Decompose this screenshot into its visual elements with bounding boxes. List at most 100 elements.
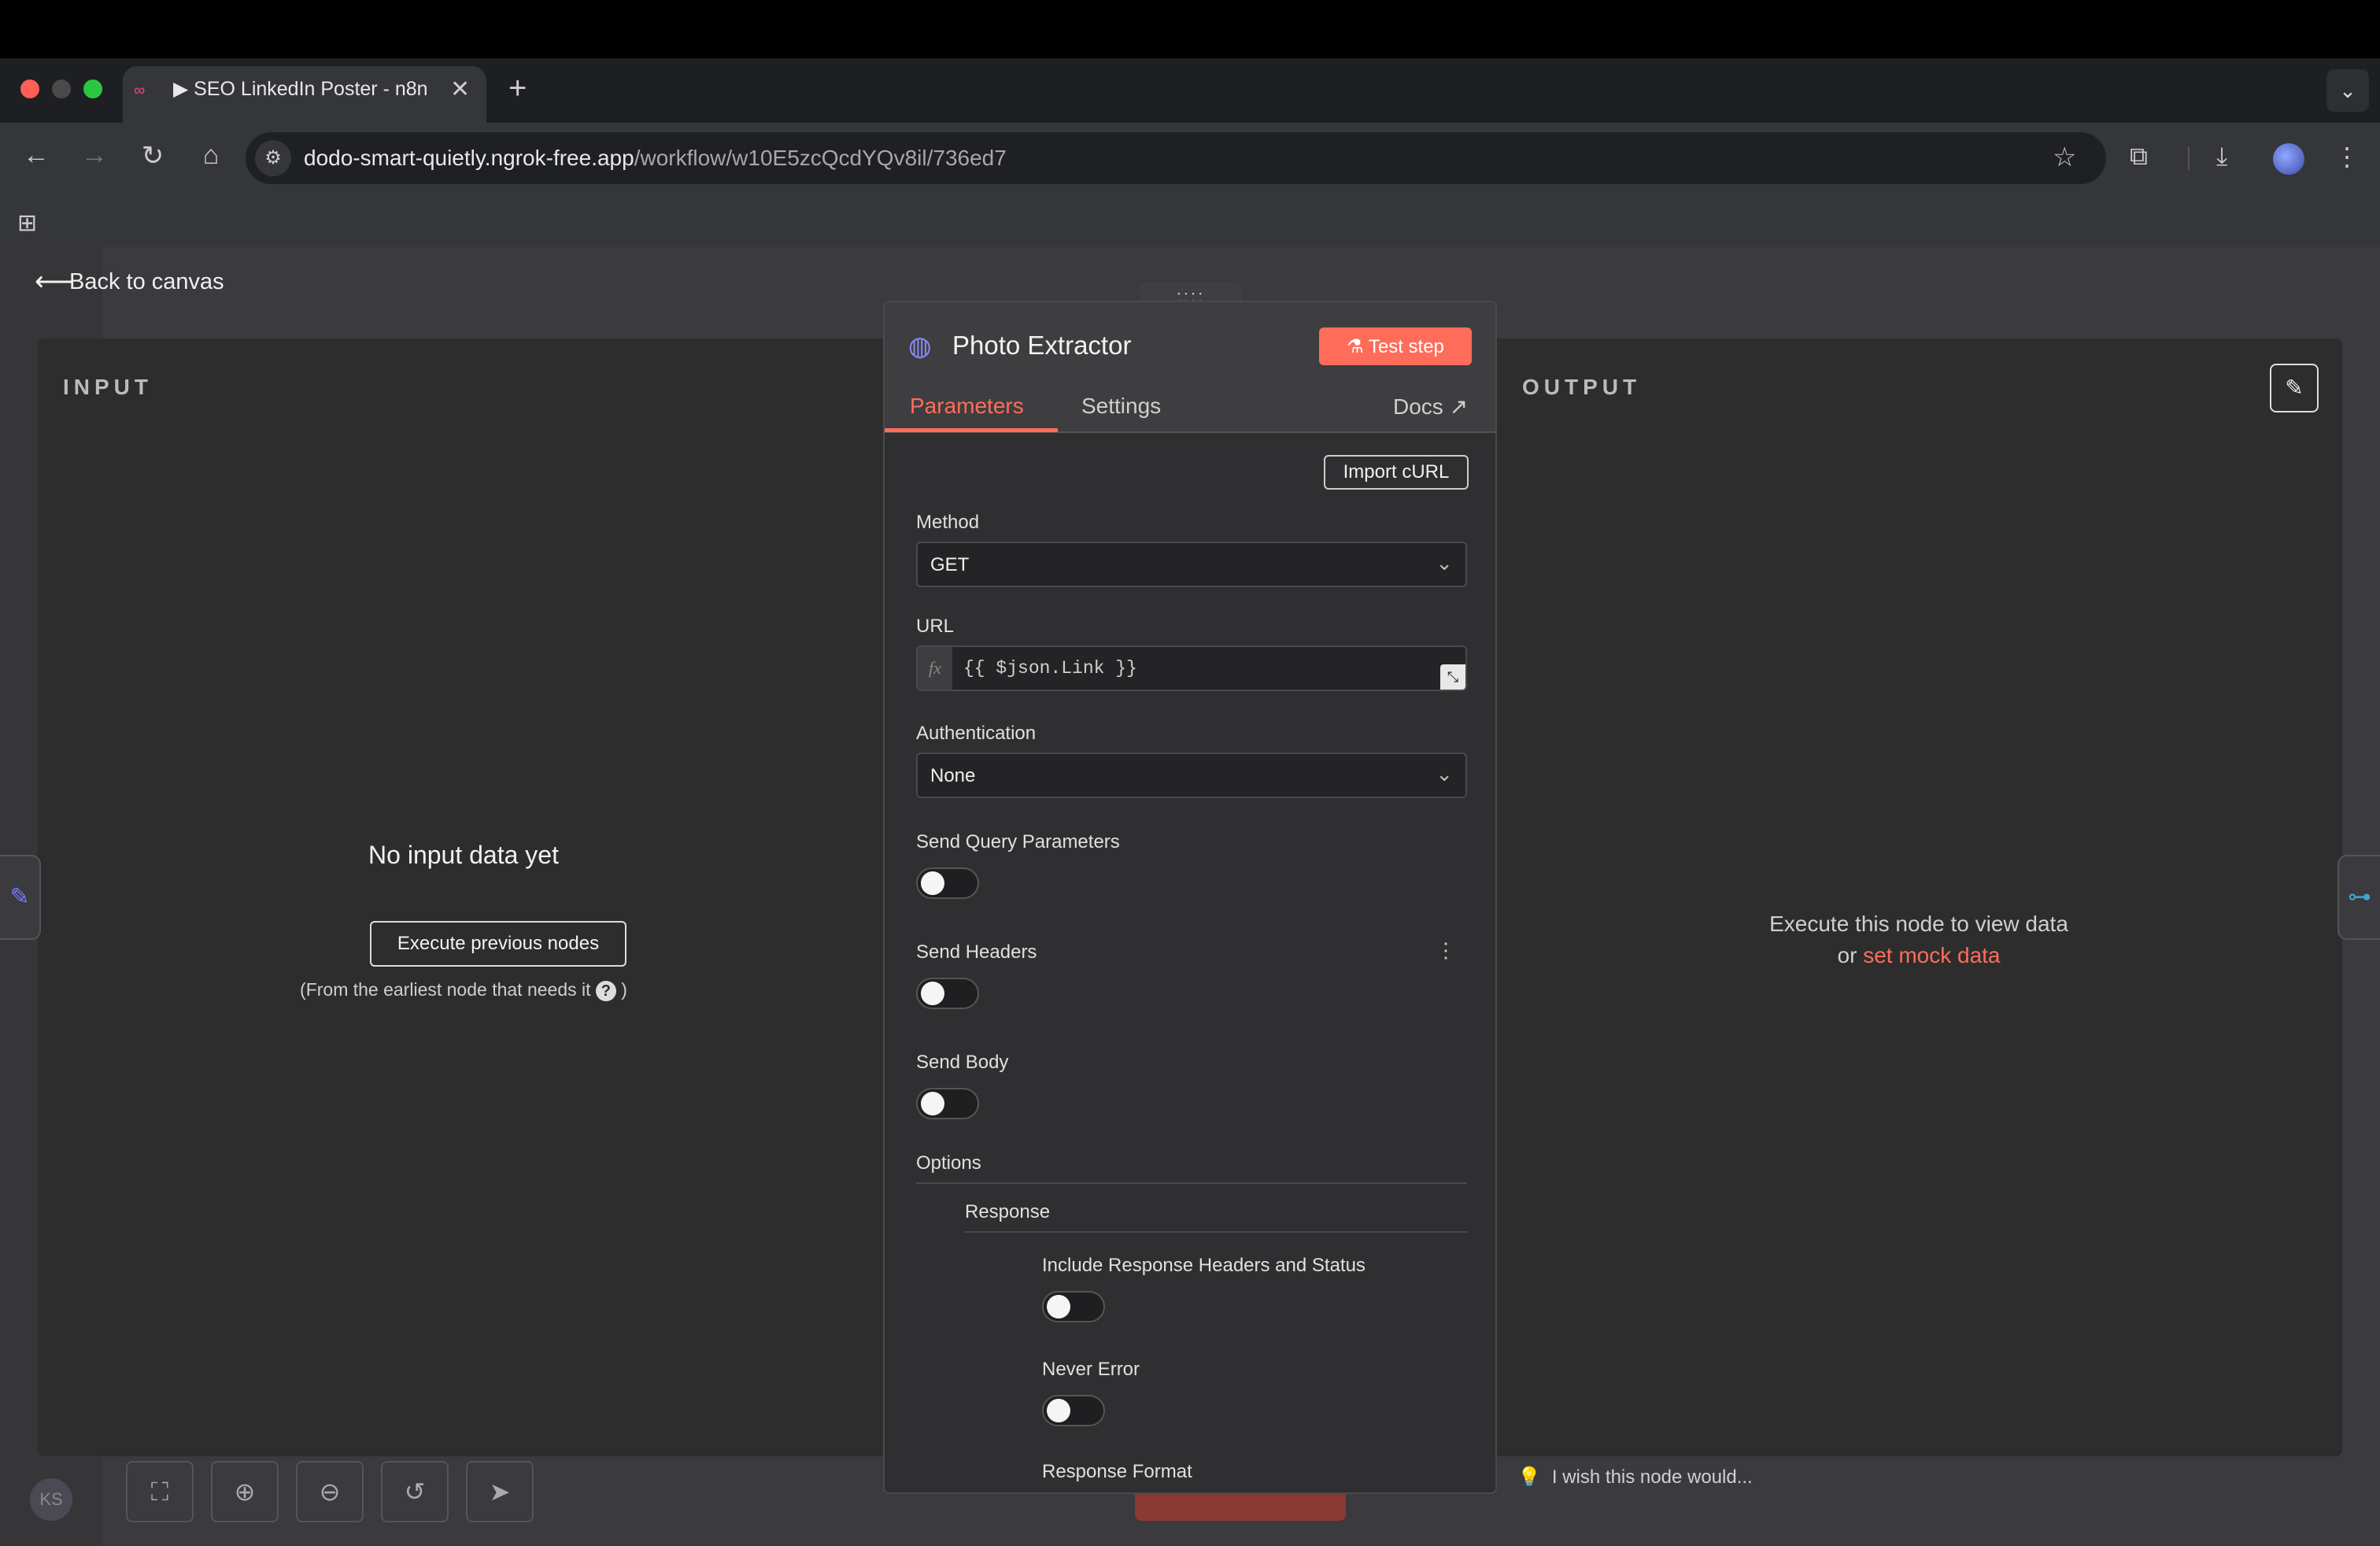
never-error-label: Never Error: [1042, 1359, 1140, 1380]
toggle-knob: [921, 1092, 944, 1115]
send-query-toggle[interactable]: [916, 867, 979, 899]
external-link-icon: ↗: [1449, 394, 1469, 419]
send-body-label: Send Body: [916, 1052, 1009, 1073]
window-maximize-button[interactable]: [83, 80, 102, 98]
window-close-button[interactable]: [20, 80, 39, 98]
tab-docs[interactable]: Docs ↗: [1393, 394, 1468, 420]
input-panel: INPUT No input data yet Execute previous…: [38, 338, 889, 1456]
extensions-icon[interactable]: ⧉: [2130, 142, 2148, 172]
forward-arrow-icon[interactable]: →: [77, 140, 112, 171]
import-curl-button[interactable]: Import cURL: [1324, 455, 1469, 490]
tab-title: ▶ SEO LinkedIn Poster - n8n: [173, 78, 428, 100]
back-arrow-icon[interactable]: ←: [19, 140, 54, 171]
method-label: Method: [916, 512, 980, 533]
edit-output-pencil-icon[interactable]: ✎: [2270, 364, 2319, 412]
more-options-icon[interactable]: ⋮: [1436, 938, 1456, 963]
tab-settings[interactable]: Settings: [1081, 394, 1161, 419]
authentication-select[interactable]: None ⌄: [916, 753, 1467, 798]
execute-workflow-button[interactable]: [1135, 1494, 1346, 1521]
docs-label: Docs: [1393, 394, 1443, 419]
reload-icon[interactable]: ↻: [135, 140, 170, 172]
output-panel: OUTPUT Execute this node to view data or…: [1495, 338, 2342, 1456]
send-headers-toggle[interactable]: [916, 978, 979, 1009]
back-arrow-icon[interactable]: ⟵: [35, 266, 73, 298]
active-tab-underline: [885, 428, 1058, 432]
chevron-down-icon: ⌄: [1436, 762, 1453, 786]
never-error-toggle[interactable]: [1042, 1395, 1105, 1426]
lightbulb-icon: 💡: [1517, 1466, 1541, 1488]
user-avatar[interactable]: KS: [30, 1478, 72, 1521]
toggle-knob: [921, 871, 944, 895]
url-expression-value: {{ $json.Link }}: [963, 658, 1137, 679]
hint-text: (From the earliest node that needs it: [300, 979, 591, 1000]
authentication-label: Authentication: [916, 723, 1037, 744]
method-select[interactable]: GET ⌄: [916, 542, 1467, 587]
options-label: Options: [916, 1152, 981, 1174]
response-divider: [965, 1231, 1467, 1233]
download-icon[interactable]: ⤓: [2216, 142, 2227, 172]
chevron-down-icon: ⌄: [1436, 551, 1453, 575]
test-step-button[interactable]: ⚗ Test step: [1319, 327, 1472, 365]
apps-grid-icon[interactable]: ⊞: [17, 209, 37, 237]
site-info-icon[interactable]: ⚙: [255, 140, 291, 176]
authentication-value: None: [930, 765, 976, 786]
zoom-out-icon[interactable]: ⊖: [296, 1461, 364, 1522]
include-headers-toggle[interactable]: [1042, 1291, 1105, 1322]
send-body-toggle[interactable]: [916, 1088, 979, 1119]
input-panel-label: INPUT: [63, 375, 153, 399]
toggle-knob: [1047, 1295, 1070, 1319]
toggle-knob: [921, 982, 944, 1005]
test-step-label: Test step: [1368, 335, 1444, 357]
help-question-icon[interactable]: ?: [595, 981, 616, 1001]
node-connector-icon[interactable]: ⊶: [2338, 855, 2380, 940]
back-to-canvas-link[interactable]: Back to canvas: [69, 269, 224, 295]
output-mock-line: or set mock data: [1495, 940, 2342, 971]
new-tab-button[interactable]: +: [508, 71, 527, 106]
url-host: dodo-smart-quietly.ngrok-free.app: [304, 146, 634, 170]
tidy-up-icon[interactable]: ➤: [466, 1461, 534, 1522]
pencil-icon[interactable]: ✎: [0, 855, 41, 940]
n8n-favicon-icon: ∞: [134, 82, 146, 99]
tab-close-icon[interactable]: ✕: [450, 76, 470, 103]
earliest-node-hint: (From the earliest node that needs it ? …: [38, 979, 889, 1001]
node-parameters-panel: ◍ Photo Extractor ⚗ Test step Parameters…: [883, 301, 1497, 1494]
zoom-in-icon[interactable]: ⊕: [211, 1461, 279, 1522]
execute-previous-nodes-button[interactable]: Execute previous nodes: [370, 921, 626, 967]
output-empty-message: Execute this node to view data or set mo…: [1495, 908, 2342, 971]
send-headers-label: Send Headers: [916, 941, 1037, 963]
output-message-line: Execute this node to view data: [1769, 912, 2068, 936]
options-divider: [916, 1182, 1467, 1184]
or-text: or: [1837, 943, 1857, 967]
screen-top-bar: [0, 0, 2380, 58]
expand-editor-icon[interactable]: ⤡: [1440, 664, 1465, 690]
bookmark-star-icon[interactable]: ☆: [2053, 142, 2076, 173]
hint-close-paren: ): [621, 979, 627, 1000]
feedback-wish[interactable]: 💡 I wish this node would...: [1517, 1466, 1753, 1489]
fit-view-icon[interactable]: ⛶: [126, 1461, 194, 1522]
no-input-title: No input data yet: [368, 841, 559, 869]
url-label: URL: [916, 616, 955, 637]
fx-expression-icon: fx: [918, 647, 952, 690]
parameters-body: Import cURL Method GET ⌄ URL fx {{ $json…: [885, 433, 1495, 1492]
browser-menu-icon[interactable]: ⋮: [2334, 142, 2360, 172]
toggle-knob: [1047, 1399, 1070, 1422]
response-label: Response: [965, 1201, 1051, 1222]
window-minimize-button[interactable]: [52, 80, 71, 98]
profile-avatar[interactable]: [2273, 143, 2304, 175]
tab-parameters[interactable]: Parameters: [910, 394, 1024, 419]
node-title[interactable]: Photo Extractor: [952, 331, 1131, 361]
url-text[interactable]: dodo-smart-quietly.ngrok-free.app/workfl…: [304, 146, 1007, 171]
include-headers-label: Include Response Headers and Status: [1042, 1255, 1366, 1276]
output-panel-label: OUTPUT: [1522, 375, 1642, 399]
tab-search-chevron-icon[interactable]: ⌄: [2326, 69, 2369, 112]
globe-icon: ◍: [908, 331, 932, 361]
url-path: /workflow/w10E5zcQcdYQv8il/736ed7: [634, 146, 1007, 170]
toolbar-separator: [2188, 146, 2190, 170]
wish-text: I wish this node would...: [1551, 1466, 1753, 1488]
flask-icon: ⚗: [1347, 335, 1364, 357]
set-mock-data-link[interactable]: set mock data: [1863, 943, 2000, 967]
reset-zoom-icon[interactable]: ↺: [381, 1461, 449, 1522]
home-icon[interactable]: ⌂: [194, 140, 228, 171]
send-query-label: Send Query Parameters: [916, 831, 1120, 853]
url-expression-input[interactable]: fx {{ $json.Link }} ⤡: [916, 645, 1467, 691]
